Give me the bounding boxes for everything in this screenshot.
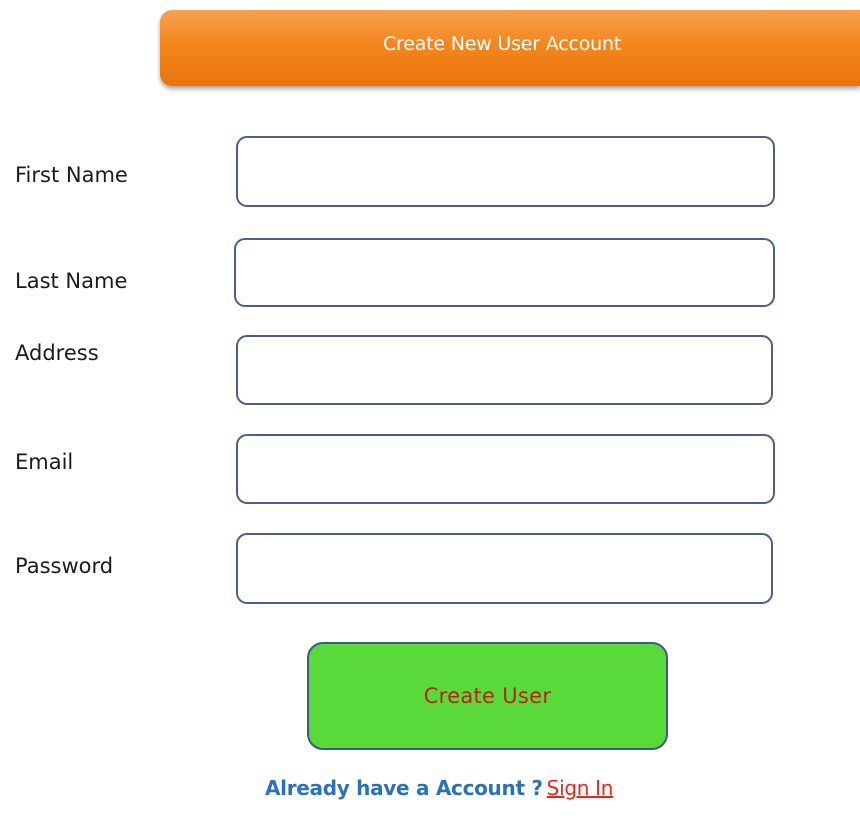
address-field[interactable] [236, 335, 773, 405]
sign-in-prompt-text: Already have a Account ? [265, 776, 543, 800]
password-field[interactable] [236, 533, 773, 604]
email-label: Email [15, 450, 74, 474]
first-name-label: First Name [15, 163, 128, 187]
sign-in-link[interactable]: Sign In [547, 776, 614, 800]
create-user-button[interactable]: Create User [307, 642, 668, 750]
page-header: Create New User Account [160, 10, 860, 86]
sign-in-prompt: Already have a Account ? Sign In [265, 776, 613, 800]
address-label: Address [15, 341, 99, 365]
last-name-field[interactable] [234, 238, 775, 307]
email-field[interactable] [236, 434, 775, 504]
password-label: Password [15, 554, 114, 578]
last-name-label: Last Name [15, 269, 128, 293]
first-name-field[interactable] [236, 136, 775, 207]
page-title: Create New User Account [382, 33, 622, 55]
